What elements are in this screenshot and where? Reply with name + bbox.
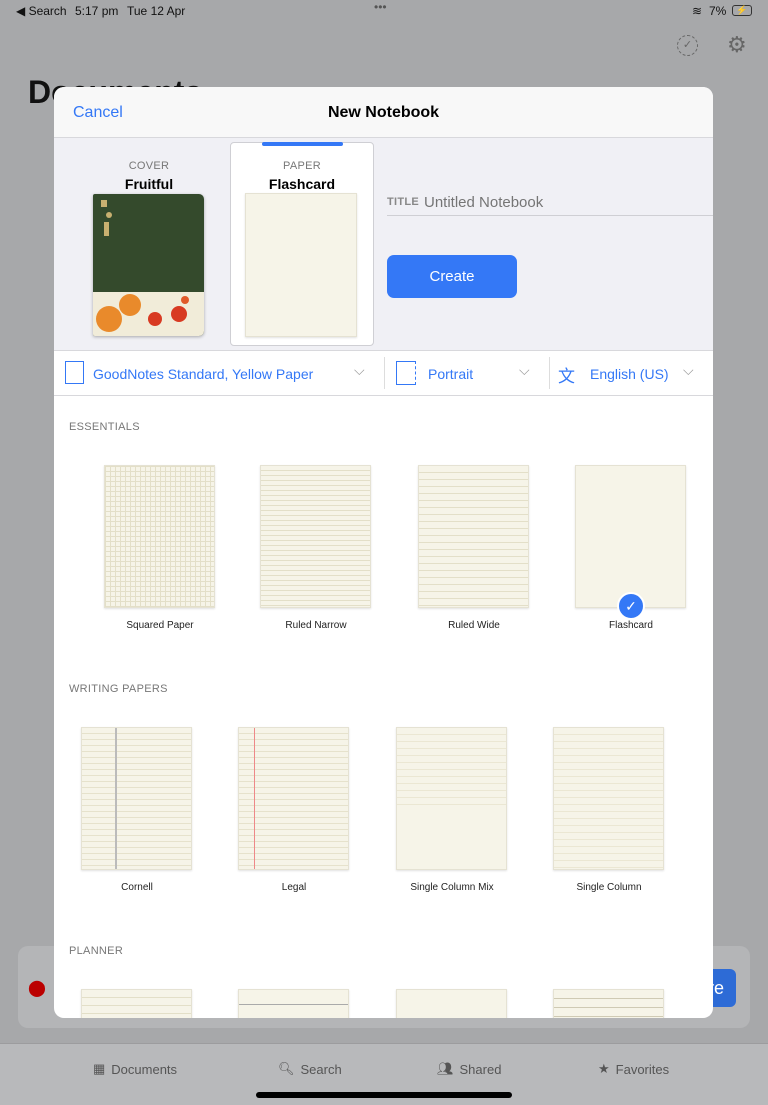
- translate-icon: 文: [558, 367, 575, 386]
- multitask-dots-icon[interactable]: •••: [374, 0, 387, 14]
- paper-item-selected[interactable]: Flashcard ✓: [575, 465, 701, 631]
- paper-picker[interactable]: PAPER Flashcard: [230, 142, 374, 346]
- paper-item[interactable]: Ruled Narrow: [260, 465, 386, 631]
- chevron-down-icon: ⌵: [519, 362, 530, 378]
- paper-item[interactable]: Cornell: [81, 727, 207, 893]
- chevron-down-icon: ⌵: [683, 362, 694, 378]
- people-icon: 👥︎: [437, 1061, 454, 1076]
- planner-item[interactable]: [553, 989, 664, 1018]
- cover-thumbnail: [93, 194, 204, 336]
- bookmark-star-icon: ★: [598, 1061, 610, 1076]
- tab-favorites[interactable]: ★ Favorites: [598, 1061, 669, 1077]
- title-underline: [387, 215, 713, 216]
- template-icon: [65, 361, 84, 384]
- orientation-select[interactable]: Portrait ⌵: [385, 351, 549, 395]
- portrait-icon: [396, 361, 416, 385]
- new-notebook-modal: Cancel New Notebook COVER Fruitful PAPER…: [54, 87, 713, 1018]
- title-input[interactable]: [424, 190, 713, 214]
- section-title: ESSENTIALS: [69, 421, 140, 433]
- template-select[interactable]: GoodNotes Standard, Yellow Paper ⌵: [54, 351, 384, 395]
- notebook-setup: COVER Fruitful PAPER Flashcard TITLE Cre…: [54, 138, 713, 350]
- selected-indicator: [262, 142, 343, 146]
- grid-icon: ▦: [93, 1061, 106, 1076]
- paper-item[interactable]: Legal: [238, 727, 364, 893]
- select-check-icon[interactable]: ✓: [677, 35, 698, 56]
- planner-item[interactable]: [238, 989, 349, 1018]
- checkmark-icon: ✓: [617, 592, 645, 620]
- tab-search[interactable]: 🔍︎ Search: [278, 1061, 342, 1077]
- planner-item[interactable]: [396, 989, 507, 1018]
- status-time: 5:17 pm: [75, 4, 119, 18]
- tab-documents[interactable]: ▦ Documents: [93, 1061, 177, 1077]
- cover-picker[interactable]: COVER Fruitful: [74, 138, 224, 344]
- paper-thumbnail: [245, 193, 357, 337]
- modal-header: Cancel New Notebook: [54, 87, 713, 138]
- cloud-error-icon: ⬤: [28, 980, 46, 997]
- planner-item[interactable]: [81, 989, 192, 1018]
- battery-charging-icon: ⚡: [732, 5, 752, 16]
- home-indicator: [256, 1092, 512, 1098]
- create-button[interactable]: Create: [387, 255, 517, 298]
- paper-item[interactable]: Single Column: [553, 727, 679, 893]
- paper-item[interactable]: Squared Paper: [104, 465, 230, 631]
- search-icon: 🔍︎: [278, 1061, 295, 1076]
- status-back[interactable]: ◀ Search: [16, 4, 67, 18]
- wifi-icon: ≋: [692, 4, 703, 18]
- modal-title: New Notebook: [327, 104, 440, 121]
- language-select[interactable]: 文 English (US) ⌵: [550, 351, 713, 395]
- section-title: WRITING PAPERS: [69, 683, 168, 695]
- paper-item[interactable]: Single Column Mix: [396, 727, 522, 893]
- title-label: TITLE: [387, 196, 420, 208]
- paper-item[interactable]: Ruled Wide: [418, 465, 544, 631]
- settings-gear-icon[interactable]: ⚙: [727, 32, 747, 58]
- options-bar: GoodNotes Standard, Yellow Paper ⌵ Portr…: [54, 350, 713, 396]
- chevron-down-icon: ⌵: [354, 362, 365, 378]
- status-date: Tue 12 Apr: [127, 4, 186, 18]
- battery-level: 7%: [709, 4, 727, 18]
- section-title: PLANNER: [69, 945, 124, 957]
- tab-shared[interactable]: 👥︎ Shared: [437, 1061, 501, 1077]
